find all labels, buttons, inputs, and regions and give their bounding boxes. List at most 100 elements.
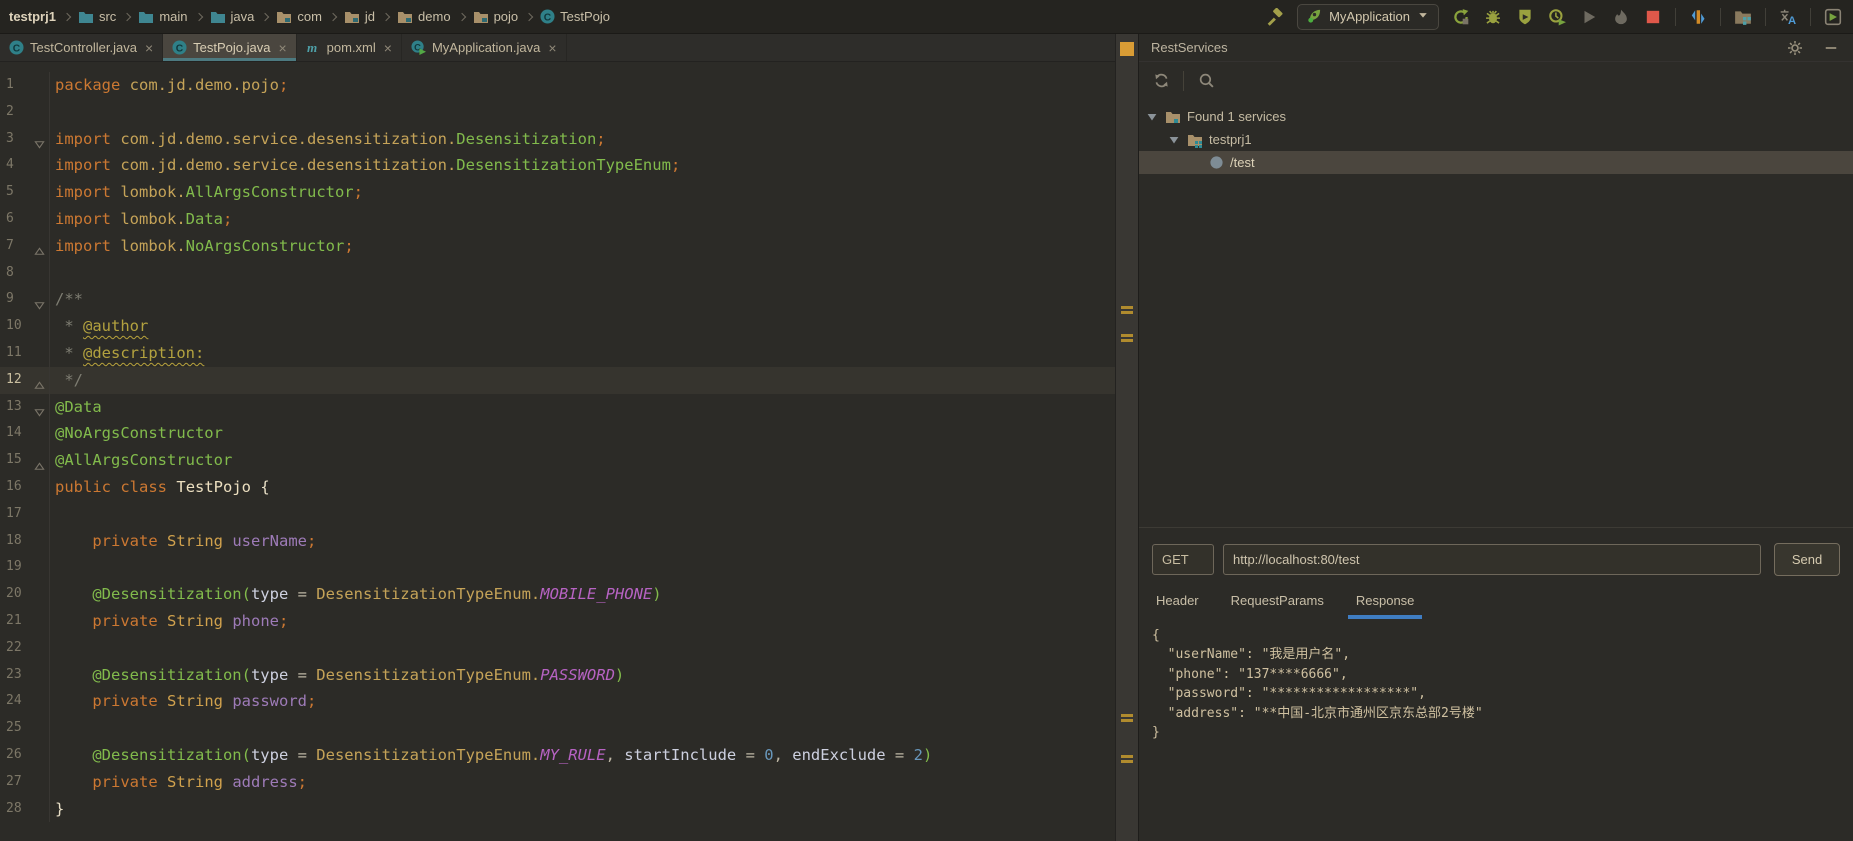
fold-marker-icon[interactable] xyxy=(34,407,45,418)
tab-label: pom.xml xyxy=(326,40,376,55)
profiler-button[interactable] xyxy=(1547,7,1567,27)
close-icon[interactable]: × xyxy=(384,40,392,56)
tab-pom-xml[interactable]: m pom.xml × xyxy=(297,34,402,61)
breadcrumb-item-demo[interactable]: demo xyxy=(394,7,454,27)
http-method-select[interactable]: GET xyxy=(1152,544,1214,575)
line-number: 6 xyxy=(6,210,14,226)
fold-marker-icon[interactable] xyxy=(34,139,45,150)
gutter: 6 xyxy=(0,205,50,233)
stop-button[interactable] xyxy=(1643,7,1663,27)
breadcrumb-project[interactable]: testprj1 xyxy=(6,7,59,26)
token: DesensitizationTypeEnum. xyxy=(316,585,541,604)
token: , xyxy=(773,745,793,764)
toolbar-divider xyxy=(1720,7,1721,26)
breadcrumb-item-main[interactable]: main xyxy=(135,7,190,27)
token: , xyxy=(605,745,625,764)
coverage-button[interactable] xyxy=(1515,7,1535,27)
tree-label: /test xyxy=(1230,155,1255,170)
token: userName xyxy=(232,531,307,550)
breadcrumb-separator-icon xyxy=(328,12,338,21)
tree-row-testprj1[interactable]: testprj1 xyxy=(1139,128,1853,151)
debug-button[interactable] xyxy=(1483,7,1503,27)
refresh-button[interactable] xyxy=(1151,71,1171,91)
tab-testcontroller-java[interactable]: C TestController.java × xyxy=(0,34,164,61)
close-icon[interactable]: × xyxy=(145,40,153,56)
code-line: 4 import com.jd.demo.service.desensitizat… xyxy=(0,152,1115,180)
tab-response[interactable]: Response xyxy=(1347,593,1422,619)
line-number: 23 xyxy=(6,666,22,682)
breadcrumb-item-com[interactable]: com xyxy=(273,7,325,27)
send-button[interactable]: Send xyxy=(1774,543,1840,576)
fold-column[interactable] xyxy=(34,294,46,310)
fold-column[interactable] xyxy=(34,401,46,417)
svg-text:m: m xyxy=(307,40,317,55)
code-line: 27 private String address; xyxy=(0,768,1115,796)
fold-column[interactable] xyxy=(34,133,46,149)
plugin-bars-button[interactable] xyxy=(1688,7,1708,27)
rerun-button[interactable] xyxy=(1451,7,1471,27)
url-input[interactable] xyxy=(1223,544,1761,575)
tab-header[interactable]: Header xyxy=(1154,593,1201,619)
toolbar-divider xyxy=(1765,7,1766,26)
tab-testpojo-java[interactable]: C TestPojo.java × xyxy=(163,34,297,61)
tri-down-icon xyxy=(1167,133,1181,147)
run-toolbar: MyApplication A xyxy=(1265,3,1843,30)
fold-marker-icon[interactable] xyxy=(34,300,45,311)
breadcrumb-item-jd[interactable]: jd xyxy=(341,7,378,27)
expand-caret-icon[interactable] xyxy=(1167,133,1181,147)
run-disabled-button[interactable] xyxy=(1579,7,1599,27)
inspection-indicator[interactable] xyxy=(1120,42,1134,56)
settings-button[interactable] xyxy=(1785,38,1805,58)
translate-button[interactable]: A xyxy=(1778,7,1798,27)
token: @Desensitization( xyxy=(92,665,251,684)
breadcrumb-item-src[interactable]: src xyxy=(75,7,119,27)
tab-requestparams[interactable]: RequestParams xyxy=(1229,593,1326,619)
close-icon[interactable]: × xyxy=(278,40,286,56)
code-line: 28} xyxy=(0,795,1115,823)
services-button[interactable] xyxy=(1823,7,1843,27)
fold-column[interactable] xyxy=(34,455,46,470)
breadcrumb-separator-icon xyxy=(524,12,534,21)
search-button[interactable] xyxy=(1196,71,1216,91)
hide-button[interactable] xyxy=(1821,38,1841,58)
chevron-down-icon xyxy=(1417,9,1429,24)
expand-caret-icon[interactable] xyxy=(1145,110,1159,124)
code-editor[interactable]: 1 package com.jd.demo.pojo; 2 3 import com.j… xyxy=(0,62,1115,841)
line-number: 3 xyxy=(6,130,14,146)
svg-text:A: A xyxy=(1788,14,1796,25)
tree-row-found-1-services[interactable]: Found 1 services xyxy=(1139,105,1853,128)
code-text: @Desensitization(type = DesensitizationT… xyxy=(55,662,624,689)
run-config-selector[interactable]: MyApplication xyxy=(1297,3,1439,30)
code-line: 15 @AllArgsConstructor xyxy=(0,447,1115,474)
flame-disabled-button[interactable] xyxy=(1611,7,1631,27)
build-button[interactable] xyxy=(1265,7,1285,27)
modules-button[interactable] xyxy=(1733,7,1753,27)
warning-stripe-mark xyxy=(1121,306,1133,309)
folder-services-icon xyxy=(1165,109,1181,125)
code-line: 19 xyxy=(0,554,1115,582)
hammer-icon xyxy=(1266,7,1284,26)
fold-column[interactable] xyxy=(34,240,46,255)
fold-marker-icon[interactable] xyxy=(34,461,45,472)
gutter: 12 xyxy=(0,366,50,394)
editor-error-stripe[interactable] xyxy=(1115,34,1138,841)
token: ; xyxy=(307,692,317,711)
token: startInclude xyxy=(624,745,737,764)
run-disabled-icon xyxy=(1580,8,1598,26)
breadcrumb-item-pojo[interactable]: pojo xyxy=(470,7,522,27)
token: @description: xyxy=(83,343,205,362)
fold-column xyxy=(34,669,46,681)
fold-marker-icon[interactable] xyxy=(34,380,45,391)
tree-row--test[interactable]: /test xyxy=(1139,151,1853,174)
gutter: 26 xyxy=(0,741,50,769)
fold-column[interactable] xyxy=(34,374,46,389)
fold-marker-icon[interactable] xyxy=(34,246,45,257)
debug-icon xyxy=(1484,8,1502,26)
breadcrumb-item-testpojo[interactable]: C TestPojo xyxy=(537,7,613,26)
tab-myapplication-java[interactable]: C MyApplication.java × xyxy=(402,34,567,61)
breadcrumb-item-java[interactable]: java xyxy=(207,7,258,27)
close-icon[interactable]: × xyxy=(548,40,556,56)
